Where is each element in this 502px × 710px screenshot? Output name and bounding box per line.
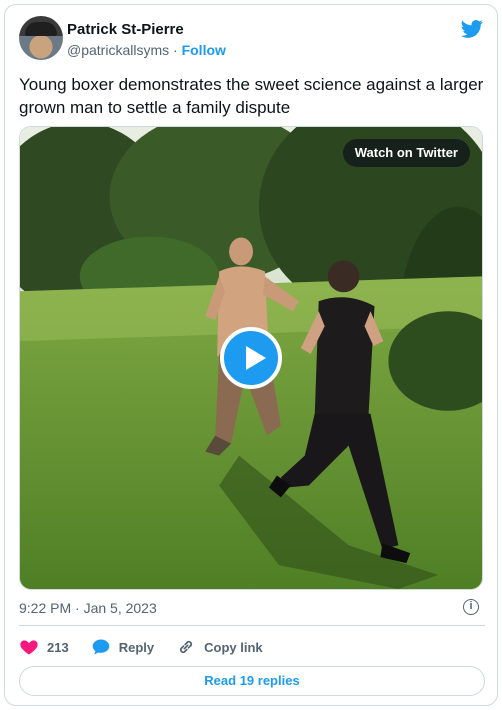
like-button[interactable]: 213 <box>19 637 69 657</box>
copy-link-button[interactable]: Copy link <box>176 637 263 657</box>
tweet-timestamp[interactable]: 9:22 PM · Jan 5, 2023 <box>19 600 157 616</box>
follow-button[interactable]: Follow <box>182 42 226 58</box>
reply-bubble-icon <box>92 639 110 655</box>
info-icon[interactable]: i <box>463 599 479 615</box>
handle-separator: · <box>173 42 178 58</box>
heart-icon <box>20 640 38 655</box>
reply-label: Reply <box>118 639 155 655</box>
tweet-text: Young boxer demonstrates the sweet scien… <box>19 75 484 117</box>
twitter-bird-icon[interactable] <box>461 19 483 39</box>
tweet-card: Patrick St-Pierre @patrickallsyms · Foll… <box>4 4 498 706</box>
author-handle-row: @patrickallsyms · Follow <box>67 42 226 58</box>
play-icon[interactable] <box>220 327 282 389</box>
divider <box>19 625 485 626</box>
reply-button[interactable]: Reply <box>91 637 154 657</box>
author-display-name[interactable]: Patrick St-Pierre <box>67 21 184 38</box>
copy-link-label: Copy link <box>204 639 263 655</box>
link-icon <box>180 640 193 654</box>
avatar-cap <box>25 22 57 36</box>
read-replies-button[interactable]: Read 19 replies <box>19 666 485 696</box>
author-avatar[interactable] <box>19 16 63 60</box>
author-handle[interactable]: @patrickallsyms <box>67 42 169 58</box>
like-count: 213 <box>47 639 69 655</box>
video-player[interactable]: Watch on Twitter <box>19 126 483 590</box>
watch-on-twitter-button[interactable]: Watch on Twitter <box>342 139 470 167</box>
tweet-actions: 213 Reply Copy link <box>19 636 285 658</box>
